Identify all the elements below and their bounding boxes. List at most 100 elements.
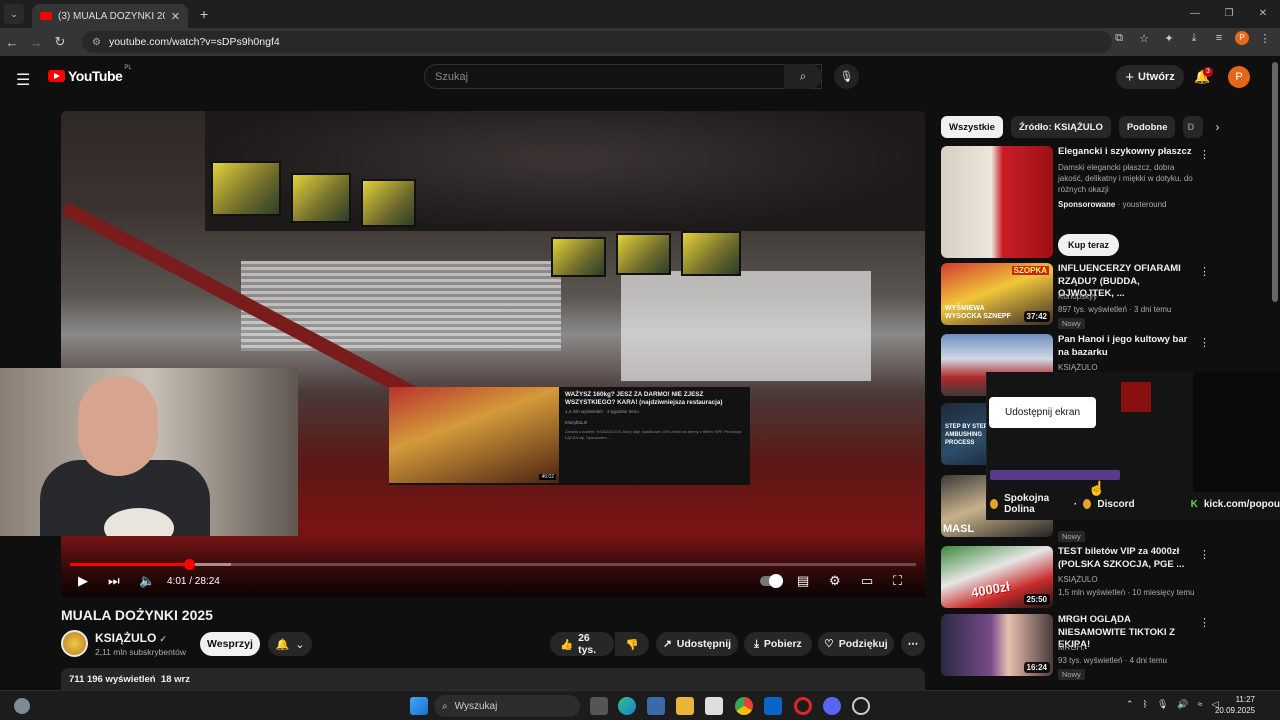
system-clock[interactable]: 11:27 20.09.2025 — [1215, 694, 1255, 716]
new-badge: Nowy — [1058, 669, 1085, 680]
browser-profile-icon[interactable]: P — [1235, 31, 1249, 45]
settings-gear-icon[interactable]: ⚙ — [829, 572, 841, 590]
create-button[interactable]: + Utwórz — [1116, 65, 1184, 89]
tab-search-icon[interactable]: ⌄ — [4, 4, 24, 24]
minimize-icon[interactable]: — — [1178, 0, 1212, 28]
notifications-button[interactable]: 🔔 ⌄ — [268, 632, 312, 656]
list-item[interactable]: SZOPKA WYŚMIEWA WYSOCKA SZNEPF 37:42 INF… — [941, 263, 1263, 329]
youtube-play-icon — [48, 70, 65, 82]
fullscreen-icon[interactable]: ⛶ — [893, 572, 902, 590]
more-icon[interactable]: ⋮ — [1199, 336, 1210, 349]
avatar[interactable]: P — [1228, 66, 1250, 88]
time-display: 4:01 / 28:24 — [167, 575, 220, 587]
channel-avatar[interactable] — [61, 630, 88, 657]
list-item[interactable]: 4000zł 25:50 TEST biletów VIP za 4000zł … — [941, 546, 1263, 610]
page-scrollbar[interactable] — [1272, 62, 1278, 302]
volume-icon[interactable]: 🔊 — [1177, 699, 1188, 710]
volume-icon[interactable]: 🔈 — [139, 572, 155, 590]
theater-mode-icon[interactable]: ▭ — [861, 572, 873, 590]
menu-icon[interactable]: ☰ — [16, 70, 30, 90]
emoji-icon — [990, 499, 999, 509]
dislike-button[interactable]: 👎 — [615, 632, 649, 656]
bluetooth-icon[interactable]: ᛒ — [1143, 699, 1148, 710]
reading-list-icon[interactable]: ≡ — [1210, 32, 1228, 44]
start-icon[interactable] — [410, 697, 428, 715]
reload-icon[interactable]: ↻ — [48, 34, 72, 50]
clock-date: 20.09.2025 — [1214, 706, 1255, 715]
more-icon[interactable]: ⋮ — [1199, 148, 1210, 161]
discord-icon[interactable] — [823, 697, 841, 715]
more-actions-button[interactable]: ⋯ — [901, 632, 925, 656]
outlook-icon[interactable] — [764, 697, 782, 715]
back-icon[interactable]: ← — [0, 35, 24, 50]
overlay-card-desc: Zamów z kodem: KSIAZULO15, który daje do… — [565, 429, 742, 440]
buy-now-button[interactable]: Kup teraz — [1058, 234, 1120, 256]
browser-tab-strip: ⌄ (3) MUALA DOŻYNKI 2025 - Yo ✕ + — ❐ ✕ — [0, 0, 1280, 28]
app-icon[interactable] — [852, 697, 870, 715]
install-app-icon[interactable]: ⧉ — [1110, 32, 1128, 45]
downloads-icon[interactable]: ⤓ — [1185, 32, 1203, 45]
progress-bar[interactable] — [70, 559, 916, 570]
wifi-icon[interactable]: ≈ — [1198, 699, 1203, 710]
task-view-icon[interactable] — [590, 697, 608, 715]
more-icon[interactable]: ⋮ — [1199, 548, 1210, 561]
share-screen-button[interactable]: Udostępnij ekran — [989, 397, 1096, 428]
taskbar-search[interactable]: ⌕ Wyszukaj — [434, 695, 580, 717]
share-source-3[interactable]: kick.com/popou — [1204, 499, 1280, 510]
list-item[interactable]: 16:24 MRGH OGLĄDA NIESAMOWITE TIKTOKI Z … — [941, 614, 1263, 680]
thanks-button[interactable]: ♡ Podziękuj — [818, 632, 894, 656]
autoplay-toggle[interactable] — [760, 574, 783, 588]
tray-chevron-icon[interactable]: ⌃ — [1126, 699, 1134, 710]
support-button[interactable]: Wesprzyj — [200, 632, 260, 656]
site-info-icon[interactable]: ⚙ — [92, 37, 101, 48]
search-button[interactable]: ⌕ — [784, 64, 822, 89]
youtube-logo[interactable]: YouTube PL — [48, 65, 132, 84]
mic-icon[interactable]: 🎙 — [1157, 699, 1168, 710]
chrome-icon[interactable] — [735, 697, 753, 715]
maximize-icon[interactable]: ❐ — [1212, 0, 1246, 28]
browser-tab[interactable]: (3) MUALA DOŻYNKI 2025 - Yo ✕ — [32, 4, 188, 28]
search-input[interactable] — [435, 70, 800, 83]
ad-advertiser: yousteround — [1122, 200, 1167, 209]
video-thumbnail: 16:24 — [941, 614, 1053, 676]
weather-widget-icon[interactable] — [14, 698, 30, 714]
channel-name-row[interactable]: KSIĄŻULO ✓ — [95, 631, 167, 645]
tab-close-icon[interactable]: ✕ — [171, 10, 180, 23]
share-source-2[interactable]: Discord — [1097, 499, 1134, 510]
opera-icon[interactable] — [794, 697, 812, 715]
extensions-icon[interactable]: ✦ — [1160, 32, 1178, 45]
video-screens — [211, 161, 771, 281]
more-icon[interactable]: ⋮ — [1199, 616, 1210, 629]
voice-search-button[interactable]: 🎙 — [834, 64, 859, 89]
browser-menu-icon[interactable]: ⋮ — [1256, 32, 1274, 45]
video-overlay-card[interactable]: 46:02 WAŻYSZ 160kg? JESZ ZA DARMO! NIE Z… — [389, 387, 750, 485]
subtitles-icon[interactable]: ▤ — [797, 572, 809, 590]
photos-icon[interactable] — [647, 697, 665, 715]
address-bar[interactable]: ⚙ youtube.com/watch?v=sDPs9h0ngf4 — [82, 31, 1112, 53]
plus-icon: + — [1125, 68, 1135, 86]
new-tab-icon[interactable]: + — [200, 6, 208, 22]
more-icon[interactable]: ⋮ — [1199, 265, 1210, 278]
like-button[interactable]: 👍 26 tys. — [550, 632, 614, 656]
store-icon[interactable] — [705, 697, 723, 715]
play-icon[interactable]: ▶ — [78, 572, 88, 590]
description-box[interactable]: 711 196 wyświetleń 18 wrz — [61, 668, 925, 690]
ad-item[interactable]: Elegancki i szykowny płaszcz Damski eleg… — [941, 146, 1263, 258]
video-window — [621, 271, 871, 381]
close-window-icon[interactable]: ✕ — [1246, 0, 1280, 28]
heart-icon: ♡ — [824, 638, 834, 650]
chip-source[interactable]: Źródło: KSIĄŻULO — [1010, 116, 1111, 138]
chip-all[interactable]: Wszystkie — [941, 116, 1003, 138]
chip-truncated[interactable]: D — [1183, 116, 1204, 138]
chevron-right-icon[interactable]: › — [1215, 120, 1219, 134]
share-source-1[interactable]: Spokojna Dolina — [1004, 493, 1068, 515]
ad-description: Damski elegancki płaszcz, dobra jakość, … — [1058, 163, 1193, 194]
file-explorer-icon[interactable] — [676, 697, 694, 715]
edge-icon[interactable] — [618, 697, 636, 715]
download-button[interactable]: ⤓ Pobierz — [744, 632, 812, 656]
share-button[interactable]: ↗ Udostępnij — [656, 632, 738, 656]
forward-icon[interactable]: → — [24, 35, 48, 50]
bookmark-star-icon[interactable]: ☆ — [1135, 32, 1153, 45]
chip-similar[interactable]: Podobne — [1118, 116, 1176, 138]
next-icon[interactable]: ⏭ — [108, 572, 120, 590]
